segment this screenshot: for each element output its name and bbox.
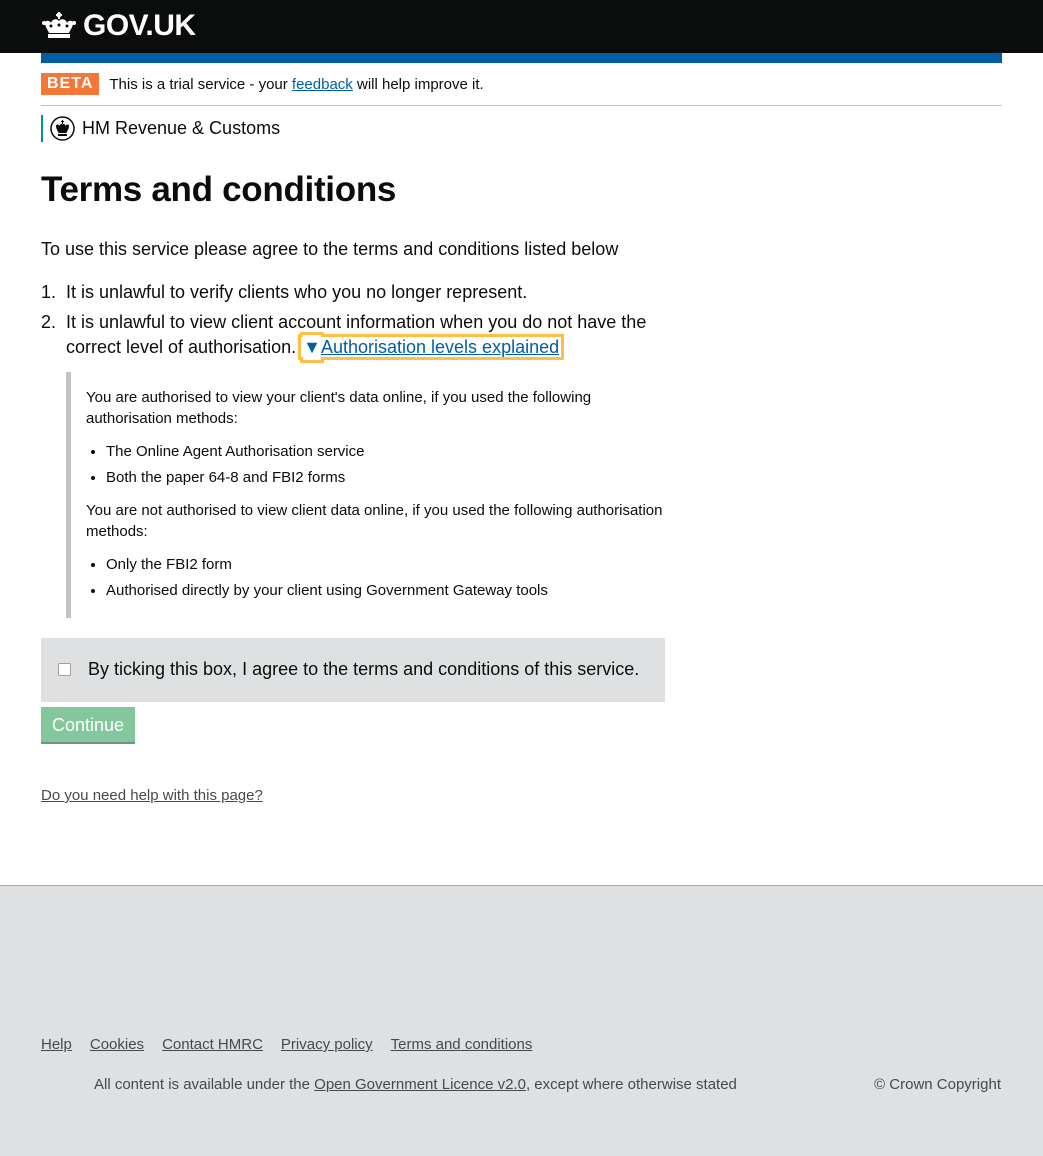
agree-terms-label[interactable]: By ticking this box, I agree to the term… [88,657,639,682]
terms-list-item: 1. It is unlawful to verify clients who … [41,280,666,305]
triangle-down-icon: ▼ [303,337,321,357]
open-government-licence-link[interactable]: Open Government Licence v2.0 [314,1076,526,1093]
main-content: Terms and conditions To use this service… [41,168,666,804]
beta-tag: BETA [41,73,100,95]
licence-text-after: , except where otherwise stated [525,1076,737,1093]
organisation-name: HM Revenue & Customs [82,118,281,138]
site-footer: Help Cookies Contact HMRC Privacy policy… [0,885,1043,1156]
crown-icon [42,12,76,38]
term-number: 2. [41,312,57,332]
details-summary-label: Authorisation levels explained [320,337,560,357]
continue-button[interactable]: Continue [41,707,136,742]
footer-link-cookies[interactable]: Cookies [90,1036,144,1053]
footer-link-help[interactable]: Help [41,1036,72,1053]
beta-message: This is a trial service - your feedback … [109,76,483,93]
govuk-logo-link[interactable]: GOV.UK [41,10,196,42]
agree-terms-checkbox[interactable] [58,663,71,676]
list-item: Both the paper 64-8 and FBI2 forms [106,467,666,488]
organisation-logo: HM Revenue & Customs [41,115,280,142]
authorised-methods-list: The Online Agent Authorisation service B… [86,441,666,488]
footer-link-privacy-policy[interactable]: Privacy policy [281,1036,373,1053]
agree-terms-box: By ticking this box, I agree to the term… [41,638,665,702]
list-item: Only the FBI2 form [106,554,666,575]
footer-link-contact-hmrc[interactable]: Contact HMRC [162,1036,263,1053]
licence-statement: All content is available under the Open … [94,1076,737,1093]
term-text: It is unlawful to verify clients who you… [66,282,528,302]
terms-list-item: 2. It is unlawful to view client account… [41,310,666,360]
crown-copyright[interactable]: © Crown Copyright [874,1076,1001,1093]
govuk-logo-text: GOV.UK [83,9,196,42]
beta-text-before: This is a trial service - your [109,75,288,93]
licence-text-before: All content is available under the [94,1076,310,1093]
terms-list: 1. It is unlawful to verify clients who … [41,280,666,360]
intro-text: To use this service please agree to the … [41,239,619,259]
site-header: GOV.UK [0,0,1043,53]
not-authorised-intro: You are not authorised to view client da… [86,502,663,540]
beta-banner: BETA This is a trial service - your feed… [41,63,1002,106]
not-authorised-methods-list: Only the FBI2 form Authorised directly b… [86,554,666,601]
page-title: Terms and conditions [41,170,397,209]
feedback-link[interactable]: feedback [292,76,353,93]
list-item: Authorised directly by your client using… [106,580,666,601]
footer-links: Help Cookies Contact HMRC Privacy policy… [41,1036,550,1053]
hmrc-crest-icon [50,116,75,141]
list-item: The Online Agent Authorisation service [106,441,666,462]
header-blue-bar [41,53,1002,63]
authorisation-details-panel: You are authorised to view your client's… [66,372,666,618]
beta-text-after: will help improve it. [356,75,484,93]
authorisation-details-toggle[interactable]: ▼Authorisation levels explained [298,334,565,360]
term-number: 1. [41,282,57,302]
help-with-page-link[interactable]: Do you need help with this page? [41,787,666,804]
footer-link-terms-and-conditions[interactable]: Terms and conditions [391,1036,533,1053]
authorised-intro: You are authorised to view your client's… [86,389,592,427]
